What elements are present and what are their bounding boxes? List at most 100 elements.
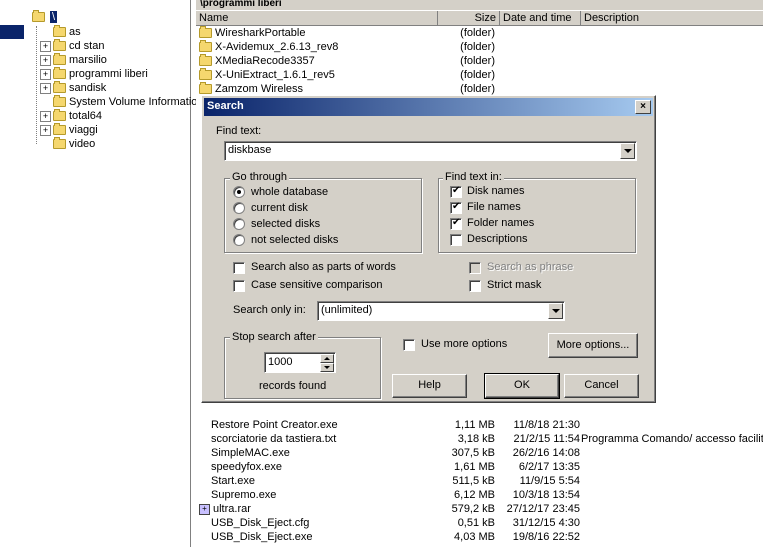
item-name: X-UniExtract_1.6.1_rev5 — [215, 69, 335, 81]
checkbox-label[interactable]: Descriptions — [467, 233, 528, 245]
item-date: 31/12/15 4:30 — [512, 517, 580, 529]
more-options-button[interactable]: More options... — [548, 333, 638, 358]
expand-icon[interactable]: + — [40, 124, 51, 136]
list-item[interactable]: + ultra.rar 579,2 kB 27/12/17 23:45 — [196, 502, 763, 516]
records-limit-spinner[interactable]: 1000 — [264, 352, 336, 373]
list-item[interactable]: Zamzom Wireless (folder) — [196, 82, 763, 96]
tree-item-system-volume-information[interactable]: System Volume Information — [40, 95, 204, 109]
list-item[interactable]: Restore Point Creator.exe 1,11 MB 11/8/1… — [196, 418, 763, 432]
expand-icon[interactable]: + — [40, 82, 51, 94]
folder-icon — [53, 25, 66, 38]
spin-down-icon[interactable] — [320, 363, 334, 372]
archive-expand-icon[interactable]: + — [199, 503, 210, 515]
radio-label[interactable]: selected disks — [251, 218, 320, 230]
tree-root[interactable]: \ — [32, 10, 58, 25]
radio-label[interactable]: whole database — [251, 186, 328, 198]
list-item[interactable]: WiresharkPortable (folder) — [196, 26, 763, 40]
cancel-button[interactable]: Cancel — [564, 374, 639, 398]
radio-not-selected-disks[interactable] — [233, 234, 245, 246]
list-item[interactable]: scorciatorie da tastiera.txt 3,18 kB 21/… — [196, 432, 763, 446]
drive-selection[interactable] — [0, 25, 24, 39]
spin-up-icon[interactable] — [320, 354, 334, 363]
list-item[interactable]: X-Avidemux_2.6.13_rev8 (folder) — [196, 40, 763, 54]
item-date: 11/8/18 21:30 — [513, 419, 580, 431]
list-item[interactable]: USB_Disk_Eject.exe 4,03 MB 19/8/16 22:52 — [196, 530, 763, 544]
expand-icon[interactable]: + — [40, 54, 51, 66]
item-name: WiresharkPortable — [215, 27, 306, 39]
stop-search-title: Stop search after — [230, 331, 318, 343]
item-size: (folder) — [460, 55, 495, 67]
list-item[interactable]: speedyfox.exe 1,61 MB 6/2/17 13:35 — [196, 460, 763, 474]
list-item[interactable]: SimpleMAC.exe 307,5 kB 26/2/16 14:08 — [196, 446, 763, 460]
item-size: 0,51 kB — [457, 517, 495, 529]
folder-icon — [199, 26, 212, 39]
list-item[interactable]: Start.exe 511,5 kB 11/9/15 5:54 — [196, 474, 763, 488]
column-header-description[interactable]: Description — [581, 11, 763, 25]
checkbox-disk-names[interactable] — [450, 185, 462, 198]
tree-item-label: sandisk — [69, 82, 107, 94]
checkbox-label[interactable]: Disk names — [467, 185, 524, 197]
checkbox-folder-names[interactable] — [450, 217, 462, 230]
tree-item-programmi-liberi[interactable]: + programmi liberi — [40, 67, 148, 81]
item-size: (folder) — [460, 27, 495, 39]
chevron-down-icon[interactable] — [620, 143, 635, 159]
item-size: 3,18 kB — [457, 433, 495, 445]
checkbox-file-names[interactable] — [450, 201, 462, 214]
radio-label[interactable]: not selected disks — [251, 234, 338, 246]
folder-icon — [53, 81, 66, 94]
checkbox-label[interactable]: Case sensitive comparison — [251, 279, 382, 291]
tree-item-total64[interactable]: + total64 — [40, 109, 102, 123]
close-button[interactable]: × — [635, 100, 651, 114]
list-item[interactable]: USB_Disk_Eject.cfg 0,51 kB 31/12/15 4:30 — [196, 516, 763, 530]
column-header-date[interactable]: Date and time — [500, 11, 581, 25]
tree-item-viaggi[interactable]: + viaggi — [40, 123, 98, 137]
radio-label[interactable]: current disk — [251, 202, 308, 214]
tree-connector-lines — [36, 26, 38, 144]
checkbox-descriptions[interactable] — [450, 234, 462, 246]
checkbox-label[interactable]: File names — [467, 201, 521, 213]
tree-gutter — [0, 0, 30, 547]
expand-icon[interactable]: + — [40, 40, 51, 52]
tree-item-sandisk[interactable]: + sandisk — [40, 81, 106, 95]
find-text-label: Find text: — [216, 125, 262, 137]
item-name: ultra.rar — [213, 503, 251, 515]
radio-current-disk[interactable] — [233, 202, 245, 214]
checkbox-parts-of-words[interactable] — [233, 262, 245, 274]
item-name: X-Avidemux_2.6.13_rev8 — [215, 41, 339, 53]
item-size: (folder) — [460, 83, 495, 95]
expand-icon[interactable]: + — [40, 68, 51, 80]
item-size: 579,2 kB — [451, 503, 495, 515]
checkbox-label[interactable]: Search also as parts of words — [251, 261, 396, 273]
tree-item-marsilio[interactable]: + marsilio — [40, 53, 107, 67]
search-only-in-select[interactable]: (unlimited) — [317, 301, 565, 321]
item-name: Start.exe — [211, 475, 256, 487]
item-size: 307,5 kB — [451, 447, 495, 459]
search-only-in-value: (unlimited) — [321, 304, 373, 316]
dialog-titlebar[interactable]: Search × — [204, 98, 653, 116]
radio-selected-disks[interactable] — [233, 218, 245, 230]
expand-icon[interactable]: + — [40, 110, 51, 122]
chevron-down-icon[interactable] — [548, 303, 563, 319]
checkbox-label[interactable]: Folder names — [467, 217, 534, 229]
help-button[interactable]: Help — [392, 374, 467, 398]
checkbox-case-sensitive[interactable] — [233, 280, 245, 292]
tree-item-video[interactable]: video — [40, 137, 95, 151]
checkbox-use-more-options[interactable] — [403, 339, 415, 351]
radio-whole-database[interactable] — [233, 186, 245, 198]
list-item[interactable]: X-UniExtract_1.6.1_rev5 (folder) — [196, 68, 763, 82]
item-name: USB_Disk_Eject.cfg — [211, 517, 310, 529]
find-text-combo[interactable]: diskbase — [224, 141, 637, 161]
item-date: 21/2/15 11:54 — [513, 433, 580, 445]
checkbox-label[interactable]: Use more options — [421, 338, 507, 350]
column-header-name[interactable]: Name — [196, 11, 438, 25]
checkbox-label[interactable]: Strict mask — [487, 279, 541, 291]
tree-item-as[interactable]: as — [40, 25, 81, 39]
ok-button[interactable]: OK — [484, 373, 560, 399]
column-header-size[interactable]: Size — [438, 11, 500, 25]
item-name: Restore Point Creator.exe — [211, 419, 338, 431]
list-item[interactable]: Supremo.exe 6,12 MB 10/3/18 13:54 — [196, 488, 763, 502]
list-item[interactable]: XMediaRecode3357 (folder) — [196, 54, 763, 68]
tree-item-label: marsilio — [69, 54, 107, 66]
tree-item-cd-stan[interactable]: + cd stan — [40, 39, 104, 53]
checkbox-strict-mask[interactable] — [469, 280, 481, 292]
